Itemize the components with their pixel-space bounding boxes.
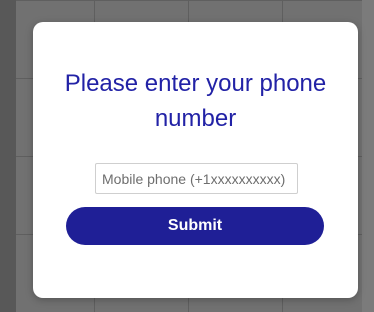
phone-number-dialog: Please enter your phone number Submit: [33, 22, 358, 298]
mobile-phone-input[interactable]: [95, 163, 298, 194]
dialog-title: Please enter your phone number: [64, 70, 327, 132]
submit-button[interactable]: Submit: [66, 207, 324, 245]
